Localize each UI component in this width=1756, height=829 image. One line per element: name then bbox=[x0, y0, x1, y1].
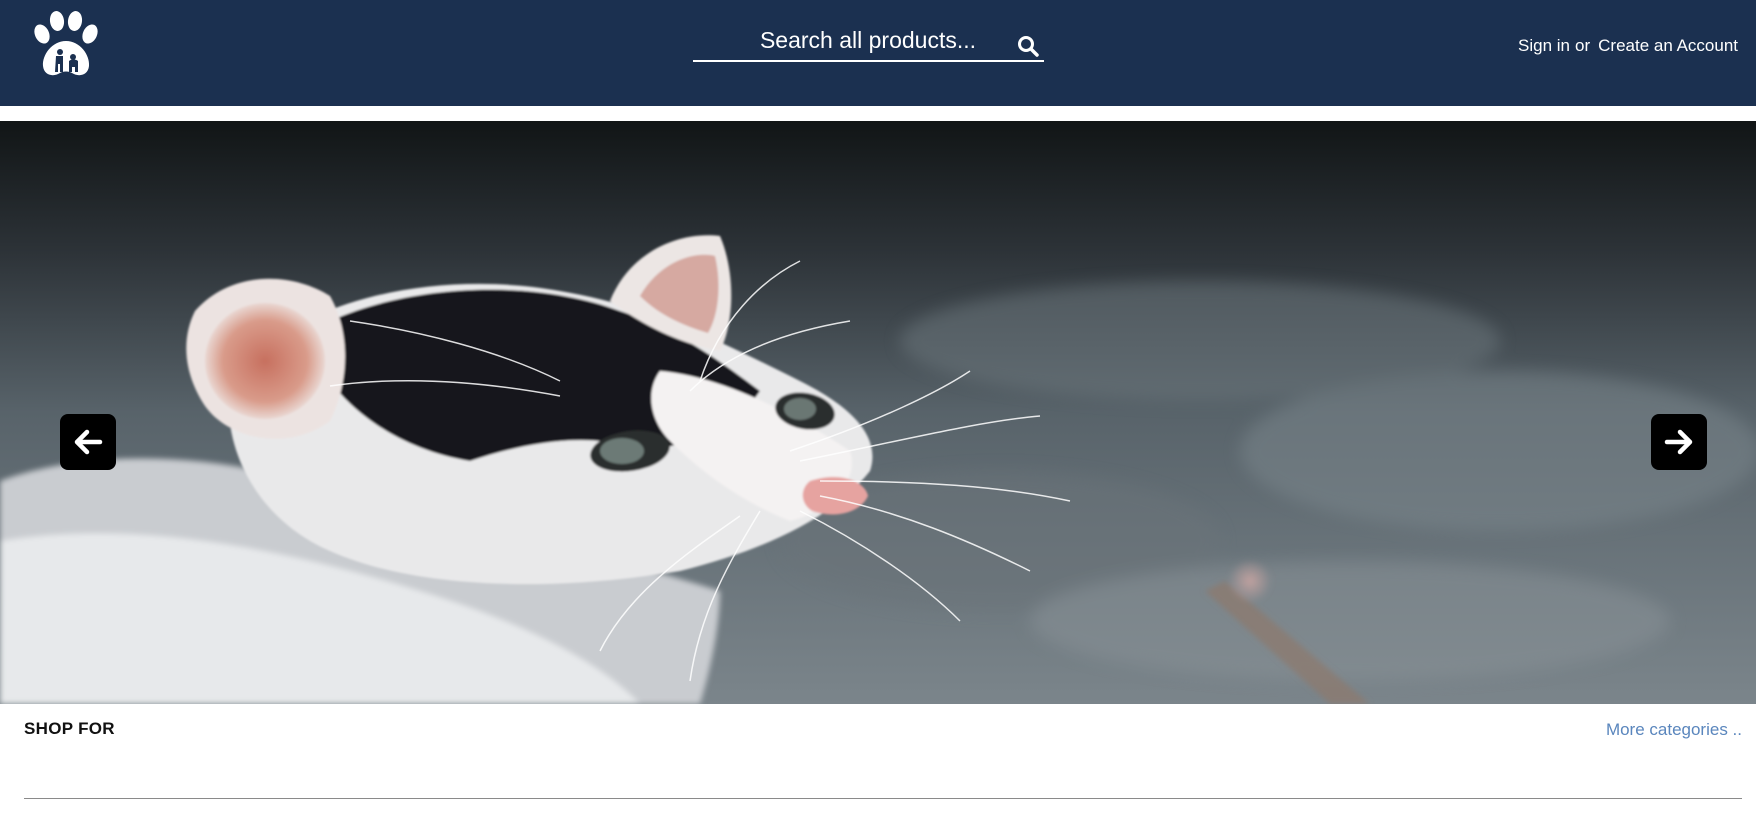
search-bar bbox=[693, 24, 1044, 62]
sign-in-link[interactable]: Sign in bbox=[1518, 36, 1570, 55]
hero-slider bbox=[0, 121, 1756, 704]
slider-next-button[interactable] bbox=[1651, 414, 1707, 470]
slider-prev-button[interactable] bbox=[60, 414, 116, 470]
paw-logo-icon[interactable] bbox=[30, 10, 102, 80]
section-divider bbox=[24, 798, 1742, 799]
account-separator: or bbox=[1575, 36, 1591, 55]
account-links: Sign in or Create an Account bbox=[1518, 36, 1738, 56]
kitten-banner bbox=[0, 121, 1756, 704]
create-account-link[interactable]: Create an Account bbox=[1598, 36, 1738, 55]
search-icon[interactable] bbox=[1016, 34, 1040, 58]
arrow-left-icon bbox=[74, 429, 103, 455]
site-header: Sign in or Create an Account bbox=[0, 0, 1756, 106]
arrow-right-icon bbox=[1664, 429, 1693, 455]
more-categories-link[interactable]: More categories .. bbox=[1606, 720, 1742, 740]
shop-for-heading: SHOP FOR bbox=[24, 719, 115, 738]
search-input[interactable] bbox=[693, 24, 1003, 60]
